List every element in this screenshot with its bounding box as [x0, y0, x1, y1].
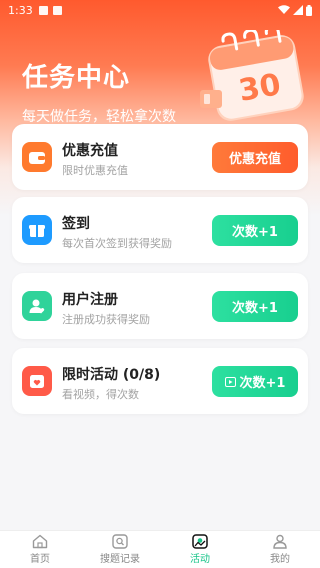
tab-search-record[interactable]: 搜题记录 [80, 531, 160, 568]
page-subtitle: 每天做任务，轻松拿次数 [22, 109, 176, 125]
tab-label: 搜题记录 [100, 554, 140, 565]
status-bar: 1:33 [0, 0, 320, 20]
profile-icon [273, 534, 287, 549]
checkin-count-button[interactable]: 次数+1 [212, 215, 298, 246]
register-count-button[interactable]: 次数+1 [212, 291, 298, 322]
task-subtitle: 看视频，得次数 [62, 388, 139, 401]
notification-icon [38, 5, 48, 15]
status-time: 1:33 [8, 3, 33, 17]
tab-label: 活动 [190, 554, 210, 565]
tab-activity[interactable]: 活动 [160, 531, 240, 568]
signal-icon [293, 5, 303, 15]
task-card-checkin: 签到 每次首次签到获得奖励 次数+1 [12, 197, 308, 263]
task-card-recharge: 优惠充值 限时优惠充值 优惠充值 [12, 124, 308, 190]
activity-icon [192, 534, 208, 549]
app-notification-icon [52, 5, 62, 15]
tab-label: 首页 [30, 554, 50, 565]
tab-label: 我的 [270, 554, 290, 565]
task-subtitle: 每次首次签到获得奖励 [62, 237, 172, 250]
recharge-button[interactable]: 优惠充值 [212, 142, 298, 173]
task-subtitle: 限时优惠充值 [62, 164, 128, 177]
task-card-register: 用户注册 注册成功获得奖励 次数+1 [12, 273, 308, 339]
watch-video-button[interactable]: 次数+1 [212, 366, 298, 397]
watch-video-label: 次数+1 [239, 376, 286, 391]
search-record-icon [112, 534, 128, 549]
task-title: 限时活动 (0/8) [62, 367, 161, 383]
tab-profile[interactable]: 我的 [240, 531, 320, 568]
task-subtitle: 注册成功获得奖励 [62, 313, 150, 326]
task-title: 用户注册 [62, 292, 118, 308]
calendar-illustration-icon: 30 [200, 30, 304, 121]
bottom-tab-bar: 首页 搜题记录 活动 我的 [0, 530, 320, 568]
gift-icon [22, 215, 52, 245]
task-title: 优惠充值 [62, 143, 118, 159]
wifi-icon [278, 5, 290, 14]
task-title: 签到 [62, 216, 90, 232]
tab-home[interactable]: 首页 [0, 531, 80, 568]
user-heart-icon [22, 291, 52, 321]
battery-icon [306, 4, 312, 16]
task-card-limited-event: 限时活动 (0/8) 看视频，得次数 次数+1 [12, 348, 308, 414]
home-icon [32, 534, 48, 549]
video-play-icon [224, 376, 236, 387]
calendar-number: 30 [236, 67, 283, 109]
wallet-icon [22, 142, 52, 172]
page-title: 任务中心 [22, 63, 131, 93]
heart-calendar-icon [22, 366, 52, 396]
